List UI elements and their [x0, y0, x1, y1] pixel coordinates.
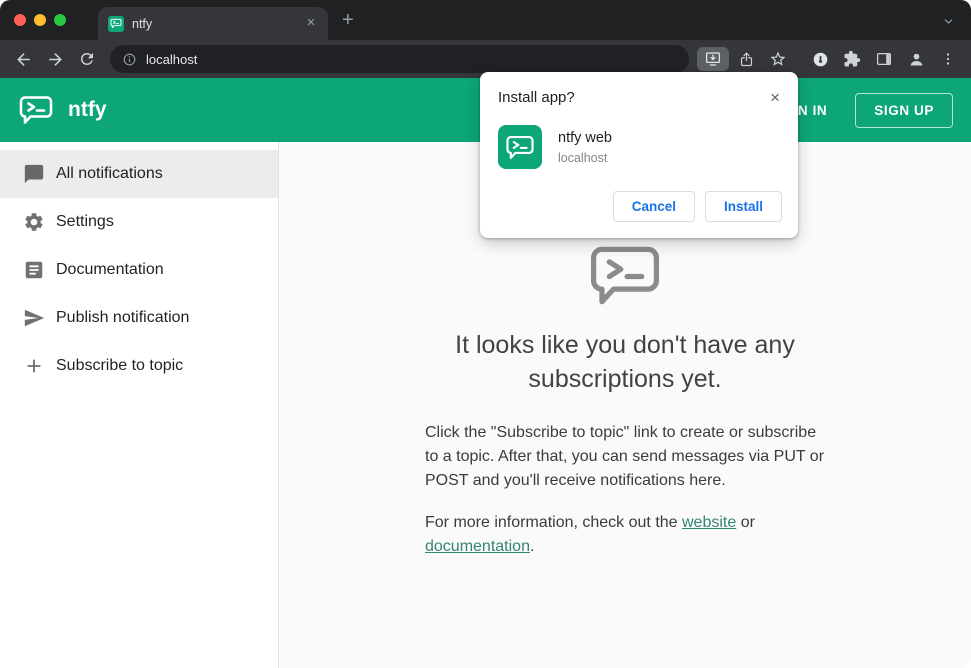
documentation-link[interactable]: documentation [425, 538, 530, 555]
password-manager-extension-icon [813, 52, 827, 66]
address-bar[interactable]: localhost [110, 45, 689, 73]
bookmark-star-icon [770, 51, 786, 66]
browser-tab[interactable]: ntfy × [98, 7, 328, 40]
sidebar-item-publish-notification[interactable]: Publish notification [0, 294, 278, 342]
plus-icon [22, 355, 46, 377]
install-app-dialog: Install app? × ntfy web localhost Cancel… [480, 72, 798, 238]
dialog-title-row: Install app? × [480, 72, 798, 111]
extensions-area [805, 44, 963, 74]
dialog-title: Install app? [498, 89, 575, 106]
sidebar: All notifications Settings Documentation… [0, 142, 279, 668]
bookmark-button[interactable] [763, 44, 793, 74]
empty-state-text: Click the "Subscribe to topic" link to c… [425, 403, 825, 559]
site-info-icon[interactable] [122, 52, 137, 67]
sidebar-item-label: Publish notification [56, 309, 190, 326]
more-info-period: . [529, 537, 535, 555]
window-controls [0, 14, 76, 40]
forward-icon [48, 52, 62, 66]
sidebar-item-label: Subscribe to topic [56, 357, 184, 374]
more-info-or: or [736, 513, 755, 531]
reload-icon [81, 53, 93, 65]
website-link[interactable]: website [682, 514, 736, 531]
extensions-puzzle-icon [844, 50, 861, 67]
new-tab-button[interactable]: + [328, 9, 354, 40]
dialog-actions: Cancel Install [480, 175, 798, 238]
share-icon [740, 52, 752, 66]
browser-window: ntfy × + localhost ntfy SIGN IN SIGN UP … [0, 0, 971, 668]
sidebar-item-settings[interactable]: Settings [0, 198, 278, 246]
install-button[interactable]: Install [704, 191, 782, 222]
sign-up-button[interactable]: SIGN UP [855, 92, 953, 128]
dialog-app-name: ntfy web [558, 129, 612, 146]
menu-kebab-icon [946, 53, 950, 65]
sidebar-item-label: Documentation [56, 261, 164, 278]
url-text: localhost [146, 51, 198, 67]
back-button[interactable] [8, 44, 38, 74]
empty-state-description: Click the "Subscribe to topic" link to c… [425, 423, 825, 489]
forward-button[interactable] [40, 44, 70, 74]
side-panel-button[interactable] [869, 44, 899, 74]
sidebar-item-label: Settings [56, 213, 114, 230]
dialog-body: ntfy web localhost [480, 111, 798, 175]
install-app-button[interactable] [697, 47, 729, 71]
install-app-icon [705, 52, 721, 66]
sidebar-item-label: All notifications [56, 165, 163, 182]
ntfy-favicon [108, 15, 124, 32]
empty-state-heading: It looks like you don't have any subscri… [455, 331, 795, 393]
browser-menu-button[interactable] [933, 44, 963, 74]
share-button[interactable] [731, 44, 761, 74]
gear-icon [22, 211, 46, 233]
reload-button[interactable] [72, 44, 102, 74]
extensions-button[interactable] [837, 44, 867, 74]
more-info-prefix: For more information, check out the [425, 513, 682, 531]
cancel-button[interactable]: Cancel [612, 191, 695, 222]
send-icon [22, 307, 46, 329]
minimize-window-button[interactable] [34, 14, 46, 26]
empty-state-more-info: For more information, check out the webs… [425, 511, 825, 559]
chat-icon [22, 163, 46, 185]
sidebar-item-documentation[interactable]: Documentation [0, 246, 278, 294]
ntfy-app-icon [498, 125, 542, 169]
password-manager-extension-button[interactable] [805, 44, 835, 74]
sidebar-item-subscribe-to-topic[interactable]: Subscribe to topic [0, 342, 278, 390]
zoom-window-button[interactable] [54, 14, 66, 26]
article-icon [22, 259, 46, 281]
sidebar-item-all-notifications[interactable]: All notifications [0, 150, 278, 198]
tab-close-icon[interactable]: × [302, 14, 320, 33]
tab-title: ntfy [132, 16, 153, 31]
tab-strip: ntfy × + [0, 0, 971, 40]
close-window-button[interactable] [14, 14, 26, 26]
dialog-close-icon[interactable]: × [766, 89, 784, 107]
ntfy-logo-icon [18, 94, 54, 126]
profile-avatar-button[interactable] [901, 44, 931, 74]
dialog-app-origin: localhost [558, 150, 608, 165]
ntfy-terminal-bubble-icon [587, 242, 663, 309]
profile-avatar-icon [909, 53, 923, 66]
side-panel-icon [876, 52, 892, 66]
dialog-app-info: ntfy web localhost [558, 130, 612, 165]
tab-search-chevron-icon[interactable] [942, 15, 971, 40]
back-icon [16, 52, 30, 66]
